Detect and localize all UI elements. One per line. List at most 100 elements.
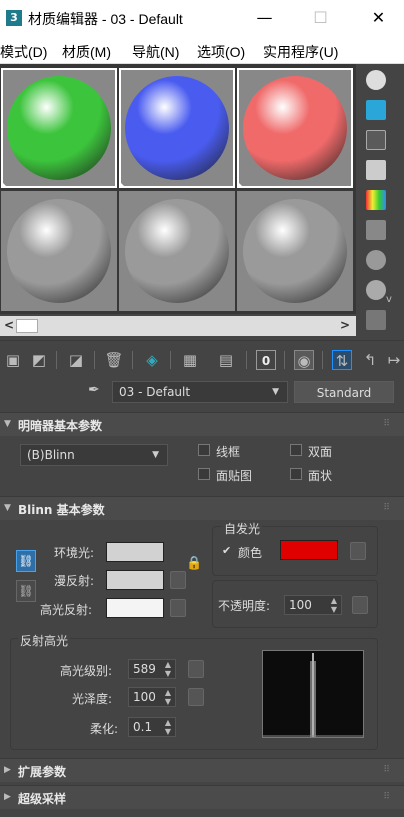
menu-material[interactable]: 材质(M) bbox=[62, 42, 111, 62]
specular-level-spinner[interactable]: 589 ▲ ▼ bbox=[128, 659, 176, 679]
specular-map-button[interactable] bbox=[170, 599, 186, 617]
backlight-icon[interactable] bbox=[366, 100, 386, 120]
diffuse-color-swatch[interactable] bbox=[106, 570, 164, 590]
lock-ambient-diffuse-icon[interactable]: ⛓ bbox=[16, 550, 36, 572]
rollout-grip-icon: ⠿ bbox=[383, 792, 390, 802]
collapse-arrow-icon: ▼ bbox=[4, 503, 11, 513]
self-illumination-map-button[interactable] bbox=[350, 542, 366, 560]
sample-slot[interactable] bbox=[237, 191, 353, 311]
material-id-channel-icon[interactable]: 0 bbox=[256, 350, 276, 370]
toolbar-separator bbox=[322, 351, 323, 369]
self-illumination-color-label: 颜色 bbox=[238, 546, 263, 560]
self-illumination-checkbox[interactable]: ✔ bbox=[222, 544, 231, 557]
material-type-button[interactable]: Standard bbox=[294, 381, 394, 403]
shader-type-dropdown[interactable]: (B)Blinn ▼ bbox=[20, 444, 168, 466]
put-to-scene-icon[interactable]: ◩ bbox=[29, 350, 49, 370]
show-end-result-icon[interactable]: ⇅ bbox=[332, 350, 352, 370]
wire-checkbox[interactable] bbox=[198, 444, 210, 456]
make-preview-icon[interactable] bbox=[366, 220, 386, 240]
show-shaded-material-icon[interactable]: ◉ bbox=[294, 350, 314, 370]
sample-slot[interactable] bbox=[119, 191, 235, 311]
delete-icon[interactable]: 🗑 bbox=[104, 350, 124, 370]
extended-params-rollout-header[interactable]: ▶ 扩展参数 ⠿ bbox=[0, 758, 404, 782]
spinner-arrows-icon: ▲ ▼ bbox=[164, 718, 171, 736]
select-by-material-icon[interactable] bbox=[366, 280, 386, 300]
go-forward-sibling-icon[interactable]: ↦ bbox=[384, 350, 404, 370]
diffuse-map-button[interactable] bbox=[170, 571, 186, 589]
scroll-right-arrow[interactable]: > bbox=[340, 318, 350, 332]
go-to-parent-icon[interactable]: ↰ bbox=[360, 350, 380, 370]
rollout-grip-icon: ⠿ bbox=[383, 503, 390, 513]
lock-diffuse-specular-icon[interactable]: ⛓ bbox=[16, 580, 36, 602]
self-illumination-label: 自发光 bbox=[222, 520, 263, 537]
slot-corner-marker bbox=[1, 181, 8, 188]
options-icon[interactable] bbox=[366, 250, 386, 270]
expand-arrow-icon: ▶ bbox=[4, 765, 11, 775]
material-sphere bbox=[125, 199, 229, 303]
specular-color-swatch[interactable] bbox=[106, 598, 164, 618]
face-map-checkbox[interactable] bbox=[198, 468, 210, 480]
supersampling-rollout-header[interactable]: ▶ 超级采样 ⠿ bbox=[0, 785, 404, 809]
opacity-map-button[interactable] bbox=[352, 596, 368, 614]
material-sphere bbox=[125, 76, 229, 180]
self-illumination-color-swatch[interactable] bbox=[280, 540, 338, 560]
scroll-left-arrow[interactable]: < bbox=[4, 318, 14, 332]
menu-mode[interactable]: 模式(D) bbox=[0, 42, 47, 62]
sample-slot[interactable] bbox=[1, 191, 117, 311]
soften-label: 柔化: bbox=[90, 722, 119, 736]
scroll-down-arrow[interactable]: v bbox=[386, 294, 392, 305]
shader-rollout-title: 明暗器基本参数 bbox=[18, 419, 103, 433]
menu-navigation[interactable]: 导航(N) bbox=[132, 42, 179, 62]
minimize-button[interactable]: — bbox=[242, 0, 287, 36]
two-sided-checkbox[interactable] bbox=[290, 444, 302, 456]
spinner-arrows-icon: ▲ ▼ bbox=[164, 688, 171, 706]
chevron-down-icon: ▼ bbox=[272, 387, 279, 397]
blinn-rollout-header[interactable]: ▼ Blinn 基本参数 ⠿ bbox=[0, 496, 404, 520]
specular-level-map-button[interactable] bbox=[188, 660, 204, 678]
toolbar-separator bbox=[56, 351, 57, 369]
close-button[interactable]: ✕ bbox=[356, 0, 401, 36]
make-unique-icon[interactable]: ◈ bbox=[142, 350, 162, 370]
highlight-curve bbox=[263, 653, 363, 737]
menu-options[interactable]: 选项(O) bbox=[197, 42, 245, 62]
faceted-checkbox[interactable] bbox=[290, 468, 302, 480]
slots-horizontal-scrollbar[interactable]: < > bbox=[0, 316, 356, 336]
sample-slot[interactable] bbox=[119, 68, 235, 188]
shader-rollout-header[interactable]: ▼ 明暗器基本参数 ⠿ bbox=[0, 412, 404, 436]
lock-map-icon[interactable]: 🔒 bbox=[186, 556, 202, 571]
scroll-thumb[interactable] bbox=[16, 319, 38, 333]
rollout-grip-icon: ⠿ bbox=[383, 765, 390, 775]
sample-type-sphere-icon[interactable] bbox=[366, 70, 386, 90]
faceted-label: 面状 bbox=[308, 469, 333, 483]
slot-corner-marker bbox=[119, 181, 126, 188]
material-name-value: 03 - Default bbox=[119, 385, 191, 399]
menu-utilities[interactable]: 实用程序(U) bbox=[263, 42, 338, 62]
sample-slot[interactable] bbox=[237, 68, 353, 188]
eyedropper-icon[interactable]: ✒ bbox=[88, 382, 104, 400]
shader-type-value: (B)Blinn bbox=[27, 448, 75, 462]
soften-spinner[interactable]: 0.1 ▲ ▼ bbox=[128, 717, 176, 737]
glossiness-map-button[interactable] bbox=[188, 688, 204, 706]
material-id-icon[interactable]: ▤ bbox=[216, 350, 236, 370]
opacity-spinner[interactable]: 100 ▲ ▼ bbox=[284, 595, 342, 615]
put-to-library-icon[interactable]: ▦ bbox=[180, 350, 200, 370]
ambient-color-swatch[interactable] bbox=[106, 542, 164, 562]
expand-arrow-icon: ▶ bbox=[4, 792, 11, 802]
get-material-icon[interactable]: ▣ bbox=[3, 350, 23, 370]
sample-slot[interactable] bbox=[1, 68, 117, 188]
video-color-check-icon[interactable] bbox=[366, 190, 386, 210]
material-name-field[interactable]: 03 - Default ▼ bbox=[112, 381, 288, 403]
collapse-arrow-icon: ▼ bbox=[4, 419, 11, 429]
maximize-button[interactable]: ☐ bbox=[298, 0, 343, 36]
glossiness-spinner[interactable]: 100 ▲ ▼ bbox=[128, 687, 176, 707]
assign-to-selection-icon[interactable]: ◪ bbox=[66, 350, 86, 370]
background-checker-icon[interactable] bbox=[366, 130, 386, 150]
toolbar-separator bbox=[246, 351, 247, 369]
opacity-value: 100 bbox=[289, 598, 312, 612]
material-navigator-icon[interactable] bbox=[366, 310, 386, 330]
soften-value: 0.1 bbox=[133, 720, 153, 734]
sample-uv-tiling-icon[interactable] bbox=[366, 160, 386, 180]
specular-level-label: 高光级别: bbox=[60, 664, 113, 678]
title-bar: 3 材质编辑器 - 03 - Default — ☐ ✕ bbox=[0, 0, 404, 36]
rollout-grip-icon: ⠿ bbox=[383, 419, 390, 429]
